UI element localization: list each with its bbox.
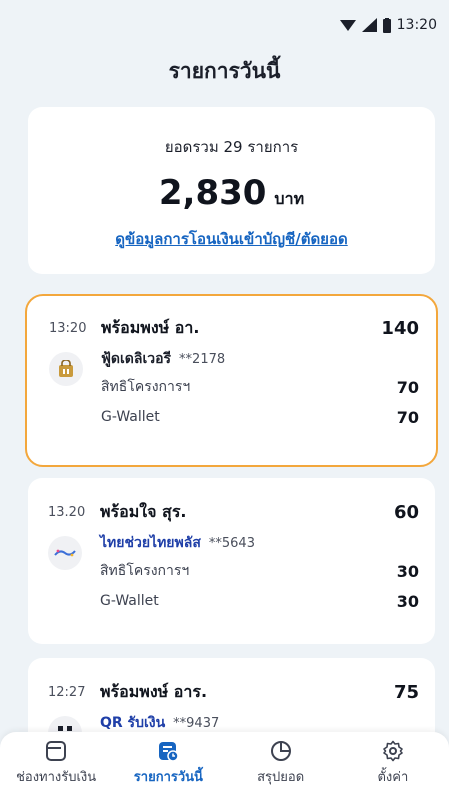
transaction-amount: 60 (393, 501, 419, 523)
transaction-breakdown-row: G-Wallet 70 (49, 402, 419, 432)
transaction-time: 13:20 (49, 320, 87, 336)
gear-icon (383, 740, 403, 761)
transfer-info-link[interactable]: ดูข้อมูลการโอนเงินเข้าบัญชี/ตัดยอด (115, 227, 347, 251)
pie-chart-icon (270, 740, 291, 761)
nav-label: ตั้งค่า (377, 769, 409, 785)
nav-item-payment-channels[interactable]: ช่องทางรับเงิน (1, 740, 111, 787)
summary-total: 2,830 บาท (159, 173, 304, 213)
nav-item-summary[interactable]: สรุปยอด (226, 740, 336, 787)
summary-count-label: ยอดรวม 29 รายการ (164, 138, 299, 156)
wifi-icon (339, 19, 356, 31)
transaction-amount: 75 (393, 681, 419, 703)
wallet-icon (46, 740, 67, 761)
thai-chuay-thai-plus-logo-icon (48, 536, 82, 570)
breakdown-value: 30 (396, 591, 419, 611)
transaction-account: **9437 (173, 715, 220, 731)
bottom-nav: ช่องทางรับเงิน รายการวันนี้ สรุปยอด ตั้ง… (0, 732, 449, 794)
today-list-icon (159, 741, 180, 762)
breakdown-value: 70 (396, 407, 419, 427)
transaction-account: **2178 (179, 351, 226, 367)
summary-total-amount: 2,830 (158, 173, 267, 213)
transaction-payer-name: พร้อมพงษ์ อา. (101, 317, 200, 337)
transaction-card[interactable]: 13:20 พร้อมพงษ์ อา. 140 ฟู้ดเดลิเวอรี **… (25, 294, 438, 467)
battery-icon (382, 17, 391, 33)
status-time: 13:20 (396, 17, 437, 33)
breakdown-label: สิทธิโครงการฯ (100, 563, 190, 579)
nav-item-today-list[interactable]: รายการวันนี้ (113, 740, 223, 787)
breakdown-value: 70 (396, 377, 419, 397)
breakdown-label: G-Wallet (100, 593, 159, 609)
breakdown-value: 30 (396, 561, 419, 581)
transaction-channel: ไทยช่วยไทยพลัส (100, 535, 201, 551)
transaction-breakdown-row: G-Wallet 30 (48, 586, 419, 616)
summary-card: ยอดรวม 29 รายการ 2,830 บาท ดูข้อมูลการโอ… (28, 107, 435, 274)
nav-label: รายการวันนี้ (133, 769, 203, 785)
nav-label: ช่องทางรับเงิน (16, 769, 97, 785)
signal-icon (361, 18, 377, 32)
nav-item-settings[interactable]: ตั้งค่า (338, 740, 448, 787)
status-bar: 13:20 (0, 0, 449, 50)
breakdown-label: G-Wallet (101, 409, 160, 425)
transaction-channel: QR รับเงิน (100, 715, 166, 731)
breakdown-label: สิทธิโครงการฯ (101, 379, 191, 395)
nav-label: สรุปยอด (257, 769, 305, 785)
transaction-time: 13.20 (48, 504, 86, 520)
page-title: รายการวันนี้ (168, 59, 281, 83)
transaction-time: 12:27 (48, 684, 86, 700)
food-delivery-bag-icon (49, 352, 83, 386)
transaction-card[interactable]: 13.20 พร้อมใจ สุร. 60 ไทยช่วยไทยพลัส **5… (28, 478, 435, 644)
transaction-account: **5643 (208, 535, 255, 551)
transaction-amount: 140 (381, 317, 419, 339)
transaction-payer-name: พร้อมใจ สุร. (100, 501, 187, 521)
transaction-breakdown-row: สิทธิโครงการฯ 30 (48, 556, 419, 586)
summary-currency-unit: บาท (274, 189, 305, 208)
transaction-breakdown-row: สิทธิโครงการฯ 70 (49, 372, 419, 402)
transaction-channel: ฟู้ดเดลิเวอรี (101, 351, 172, 367)
transaction-payer-name: พร้อมพงษ์ อาร. (100, 681, 208, 701)
